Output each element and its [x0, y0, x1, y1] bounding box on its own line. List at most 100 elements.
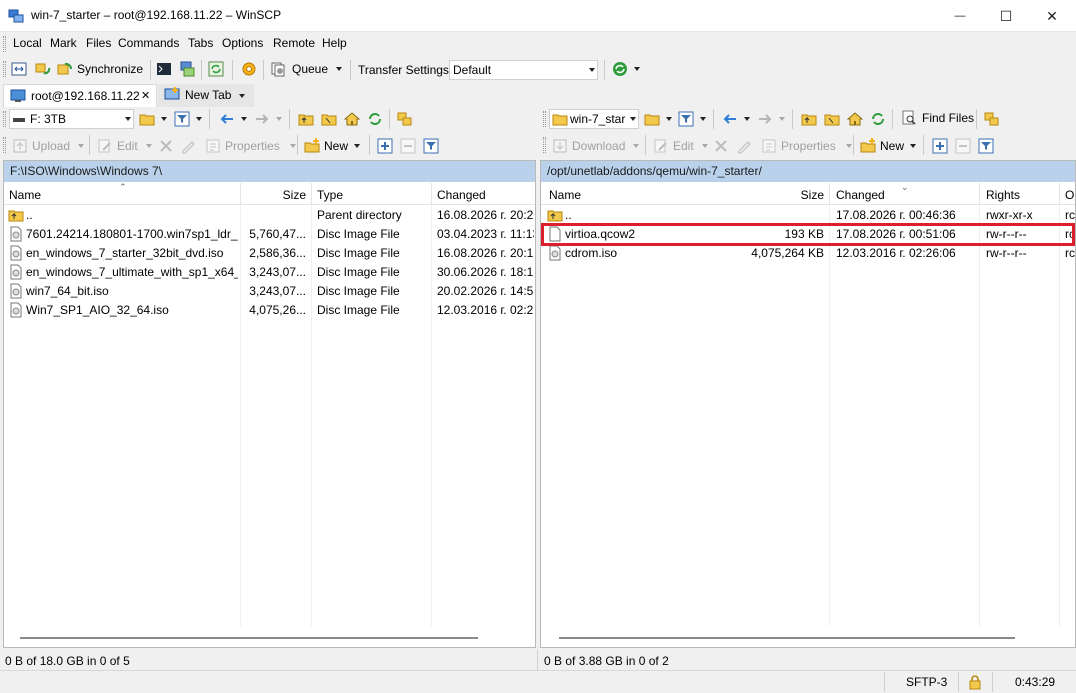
root-directory-icon[interactable]: [321, 111, 337, 127]
toolbar-grip[interactable]: [3, 61, 6, 77]
table-row[interactable]: Win7_SP1_AIO_32_64.iso 4,075,26... Disc …: [4, 301, 535, 320]
open-folder-icon[interactable]: [139, 111, 155, 127]
table-row[interactable]: 7601.24214.180801-1700.win7sp1_ldr_e... …: [4, 225, 535, 244]
table-row[interactable]: cdrom.iso 4,075,264 KB 12.03.2016 г. 02:…: [541, 244, 1075, 263]
preferences-gear-icon[interactable]: [241, 61, 257, 77]
toolbar-grip[interactable]: [3, 137, 6, 153]
menu-tabs[interactable]: Tabs: [188, 36, 213, 50]
column-divider[interactable]: [1059, 183, 1060, 204]
new-button[interactable]: New: [304, 136, 361, 156]
menu-files[interactable]: Files: [86, 36, 111, 50]
synchronize-button[interactable]: Synchronize: [57, 59, 143, 79]
console-icon[interactable]: [156, 61, 172, 77]
refresh-icon[interactable]: [870, 111, 886, 127]
toolbar-grip[interactable]: [543, 137, 546, 153]
remote-selection-status: 0 B of 3.88 GB in 0 of 2: [544, 654, 669, 668]
root-directory-icon[interactable]: [824, 111, 840, 127]
chevron-down-icon[interactable]: [700, 117, 706, 121]
local-path-bar[interactable]: F:\ISO\Windows\Windows 7\: [4, 161, 535, 182]
lock-icon[interactable]: [967, 674, 983, 690]
chevron-down-icon[interactable]: [666, 117, 672, 121]
column-divider[interactable]: [431, 183, 432, 204]
local-drive-select[interactable]: F: 3TB: [9, 109, 134, 129]
scrollbar-thumb[interactable]: [559, 637, 1015, 639]
toolbar-separator: [645, 135, 646, 155]
column-size[interactable]: Size: [244, 183, 306, 205]
select-plus-icon[interactable]: [377, 138, 393, 154]
home-icon[interactable]: [344, 111, 360, 127]
table-row[interactable]: win7_64_bit.iso 3,243,07... Disc Image F…: [4, 282, 535, 301]
table-row[interactable]: en_windows_7_starter_32bit_dvd.iso 2,586…: [4, 244, 535, 263]
select-filter-icon[interactable]: [423, 138, 439, 154]
column-owner[interactable]: O: [1065, 183, 1075, 205]
remote-directory-select[interactable]: win-7_star: [549, 109, 639, 129]
parent-directory-icon[interactable]: [298, 111, 314, 127]
local-horizontal-scrollbar[interactable]: [4, 631, 535, 645]
remote-horizontal-scrollbar[interactable]: [541, 631, 1075, 645]
sync-status-icon[interactable]: [612, 61, 628, 77]
table-row[interactable]: .. Parent directory 16.08.2026 г. 20:20:: [4, 206, 535, 225]
putty-icon[interactable]: [179, 61, 195, 77]
highlight-annotation: [541, 223, 1075, 246]
bookmarks-icon[interactable]: [984, 111, 1000, 127]
find-files-button[interactable]: Find Files: [901, 108, 974, 128]
chevron-down-icon[interactable]: [161, 117, 167, 121]
open-folder-icon[interactable]: [644, 111, 660, 127]
column-changed[interactable]: Changed: [437, 183, 534, 205]
new-label: New: [880, 139, 905, 153]
column-divider[interactable]: [240, 183, 241, 204]
title-bar: win-7_starter – root@192.168.11.22 – Win…: [0, 0, 1076, 32]
menu-options[interactable]: Options: [222, 36, 263, 50]
file-changed: 16.08.2026 г. 20:20:: [437, 208, 534, 222]
bookmarks-icon[interactable]: [397, 111, 413, 127]
chevron-down-icon[interactable]: [196, 117, 202, 121]
column-name[interactable]: Name: [549, 183, 709, 205]
upload-button: Upload: [12, 136, 85, 156]
remote-path-bar[interactable]: /opt/unetlab/addons/qemu/win-7_starter/: [541, 161, 1075, 182]
filter-icon[interactable]: [174, 111, 190, 127]
session-time: 0:43:29: [1015, 675, 1056, 689]
table-row[interactable]: en_windows_7_ultimate_with_sp1_x64_... 3…: [4, 263, 535, 282]
column-size[interactable]: Size: [756, 183, 824, 205]
column-divider[interactable]: [829, 183, 830, 204]
toolbar-separator: [604, 60, 605, 80]
compare-directories-icon[interactable]: [11, 61, 27, 77]
filter-icon[interactable]: [678, 111, 694, 127]
column-type[interactable]: Type: [317, 183, 427, 205]
column-rights[interactable]: Rights: [986, 183, 1056, 205]
transfer-settings-select[interactable]: Default: [449, 60, 598, 80]
queue-button[interactable]: Queue: [270, 59, 343, 79]
back-arrow-icon[interactable]: [722, 111, 738, 127]
parent-directory-icon[interactable]: [801, 111, 817, 127]
home-icon[interactable]: [847, 111, 863, 127]
chevron-down-icon[interactable]: [241, 117, 247, 121]
refresh-icon[interactable]: [367, 111, 383, 127]
menu-mark[interactable]: Mark: [50, 36, 77, 50]
maximize-button[interactable]: ☐: [983, 0, 1029, 32]
menu-local[interactable]: Local: [13, 36, 42, 50]
tab-new[interactable]: New Tab: [158, 84, 254, 107]
close-tab-icon[interactable]: ✕: [141, 89, 150, 102]
select-plus-icon[interactable]: [932, 138, 948, 154]
menu-help[interactable]: Help: [322, 36, 347, 50]
select-filter-icon[interactable]: [978, 138, 994, 154]
chevron-down-icon[interactable]: [634, 67, 640, 71]
scrollbar-thumb[interactable]: [20, 637, 478, 639]
column-divider[interactable]: [979, 183, 980, 204]
back-arrow-icon[interactable]: [219, 111, 235, 127]
new-button[interactable]: New: [860, 136, 917, 156]
refresh-icon[interactable]: [208, 61, 224, 77]
menu-commands[interactable]: Commands: [118, 36, 179, 50]
chevron-down-icon[interactable]: [744, 117, 750, 121]
menu-remote[interactable]: Remote: [273, 36, 315, 50]
synchronize-browsing-icon[interactable]: [35, 61, 51, 77]
toolbar-grip[interactable]: [3, 36, 6, 52]
file-type: Disc Image File: [317, 246, 400, 260]
toolbar-grip[interactable]: [3, 111, 6, 127]
column-divider[interactable]: [311, 183, 312, 204]
close-button[interactable]: ✕: [1029, 0, 1075, 32]
minimize-button[interactable]: —: [937, 0, 983, 32]
file-name: ..: [565, 208, 572, 222]
toolbar-grip[interactable]: [543, 111, 546, 127]
tab-session[interactable]: root@192.168.11.22 ✕: [3, 84, 157, 107]
